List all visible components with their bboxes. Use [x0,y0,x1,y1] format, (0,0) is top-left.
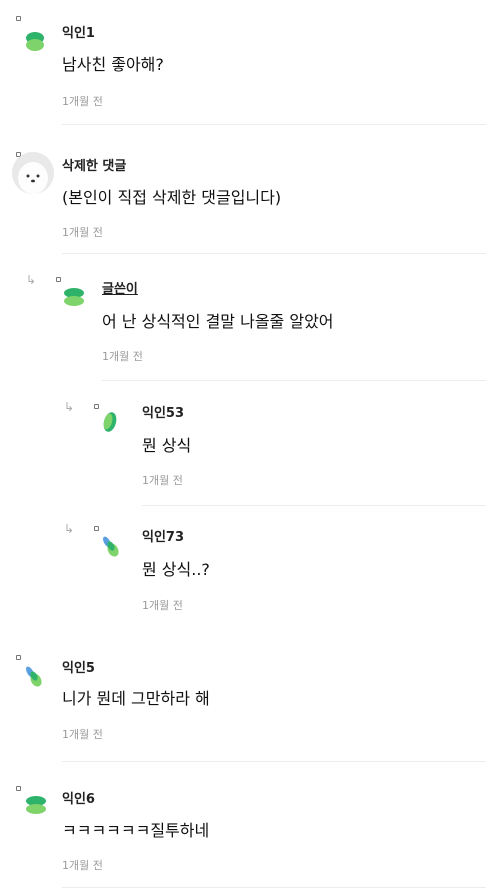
comment-author[interactable]: 익인53 [142,402,184,421]
reply-arrow-icon: ↳ [26,273,37,287]
comment-item: 익인6 ㅋㅋㅋㅋㅋㅋ질투하네 1개월 전 [0,763,500,890]
indicator-dot [16,16,21,21]
indicator-dot [16,655,21,660]
avatar-icon [26,32,44,51]
comment-text: ㅋㅋㅋㅋㅋㅋ질투하네 [62,821,210,840]
comment-time: 1개월 전 [142,599,183,612]
comment-item: ↳ 글쓴이 어 난 상식적인 결말 나올줄 알았어 1개월 전 [0,253,500,381]
comment-author[interactable]: 글쓴이 [102,278,138,297]
comment-text: 니가 뭔데 그만하라 해 [62,689,210,708]
comment-time: 1개월 전 [62,95,103,108]
comment-author[interactable]: 삭제한 댓글 [62,155,126,174]
comment-author[interactable]: 익인1 [62,22,95,41]
comment-item: 삭제한 댓글 (본인이 직접 삭제한 댓글입니다) 1개월 전 [0,125,500,254]
dog-avatar-icon [12,152,54,194]
comment-time: 1개월 전 [142,474,183,487]
comment-text: 뭔 상식 [142,436,192,455]
avatar-icon [26,666,42,687]
comment-text: 어 난 상식적인 결말 나올줄 알았어 [102,312,334,331]
divider [62,761,486,762]
avatar-icon [64,288,84,306]
indicator-dot [94,404,99,409]
comment-item: 익인5 니가 뭔데 그만하라 해 1개월 전 [0,633,500,763]
comment-item: ↳ 익인73 뭔 상식..? 1개월 전 [0,505,500,633]
reply-arrow-icon: ↳ [64,522,75,536]
comment-item: ↳ 익인53 뭔 상식 1개월 전 [0,380,500,506]
indicator-dot [16,786,21,791]
divider [62,887,486,888]
comment-text: (본인이 직접 삭제한 댓글입니다) [62,188,282,207]
avatar [12,152,54,194]
avatar-icon [103,412,117,432]
indicator-dot [56,277,61,282]
comment-time: 1개월 전 [102,350,143,363]
indicator-dot [94,526,99,531]
comment-item: 익인1 남사친 좋아해? 1개월 전 [0,0,500,125]
avatar-icon [26,796,46,814]
comment-author[interactable]: 익인73 [142,526,184,545]
comment-time: 1개월 전 [62,226,103,239]
reply-arrow-icon: ↳ [64,400,75,414]
comment-author[interactable]: 익인5 [62,657,95,676]
comment-author[interactable]: 익인6 [62,788,95,807]
comment-time: 1개월 전 [62,728,103,741]
comment-text: 뭔 상식..? [142,560,210,579]
comment-text: 남사친 좋아해? [62,55,164,74]
comment-time: 1개월 전 [62,859,103,872]
avatar-icon [103,536,119,557]
